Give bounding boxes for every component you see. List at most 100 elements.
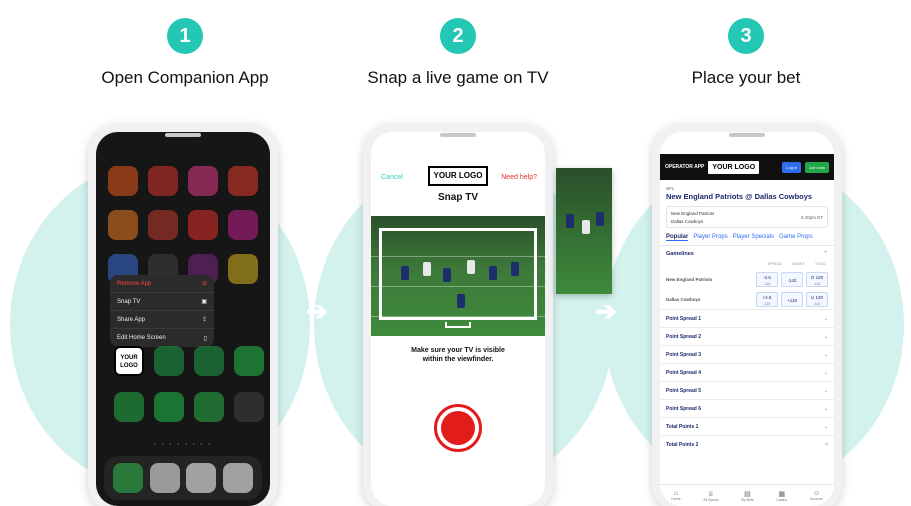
app-icon[interactable] xyxy=(228,210,258,240)
tab-game-props[interactable]: Game Props xyxy=(779,234,813,241)
share-icon: ⇪ xyxy=(201,317,207,323)
nav-all-sports[interactable]: ♕ All Sports xyxy=(703,490,718,502)
chevron-down-icon: ⌄ xyxy=(823,333,828,340)
league-label: NFL xyxy=(666,186,675,191)
nav-casino[interactable]: ▦ Casino xyxy=(776,490,787,502)
brand-logo: YOUR LOGO xyxy=(428,166,488,186)
step-number: 2 xyxy=(440,18,476,54)
market-row[interactable]: Total Points 2 × xyxy=(660,435,834,453)
tab-player-specials[interactable]: Player Specials xyxy=(733,234,774,241)
page-title: Snap TV xyxy=(437,192,478,203)
player-figure xyxy=(582,220,590,234)
help-link[interactable]: Need help? xyxy=(501,174,537,181)
step-title: Open Companion App xyxy=(101,68,269,87)
brand-logo: YOUR LOGO xyxy=(708,160,760,174)
total-odds-button[interactable]: U 120 -110 xyxy=(806,291,828,307)
team-name: Dallas Cowboys xyxy=(666,296,701,302)
chevron-down-icon: ⌄ xyxy=(823,405,828,412)
spread-odds-button[interactable]: -2.5 -110 xyxy=(756,271,778,287)
player-figure xyxy=(566,214,574,228)
event-card[interactable]: New England Patriots Dallas Cowboys 6:30… xyxy=(666,206,828,228)
trophy-icon: ♕ xyxy=(707,490,714,498)
app-icon[interactable] xyxy=(228,166,258,196)
join-button[interactable]: Join now xyxy=(805,161,829,173)
menu-item-share-app[interactable]: Share App ⇪ xyxy=(110,311,214,329)
market-row[interactable]: Point Spread 1 ⌄ xyxy=(660,309,834,327)
menu-item-label: Snap TV xyxy=(117,298,141,305)
app-icon[interactable] xyxy=(114,392,144,422)
column-header: SPREAD xyxy=(767,262,783,266)
gamelines-header[interactable]: Gamelines ⌃ xyxy=(660,246,834,262)
instruction-line: within the viewfinder. xyxy=(422,356,494,363)
team-name: Dallas Cowboys xyxy=(671,219,704,224)
nav-label: Account xyxy=(809,497,823,501)
total-odds-button[interactable]: O 120 -110 xyxy=(806,271,828,287)
menu-item-snap-tv[interactable]: Snap TV ▣ xyxy=(110,293,214,311)
step-1: 1 Open Companion App xyxy=(55,18,315,88)
phone-speaker xyxy=(165,133,201,137)
app-icon[interactable] xyxy=(188,210,218,240)
market-row[interactable]: Point Spread 3 ⌄ xyxy=(660,345,834,363)
tab-player-props[interactable]: Player Props xyxy=(693,234,727,241)
nav-label: All Sports xyxy=(703,497,719,502)
app-icon[interactable] xyxy=(154,392,184,422)
market-row[interactable]: Point Spread 6 ⌄ xyxy=(660,399,834,417)
app-icon[interactable] xyxy=(234,392,264,422)
app-icon[interactable] xyxy=(234,346,264,376)
your-logo-app-icon[interactable]: YOUR LOGO xyxy=(114,346,144,376)
money-odds-button[interactable]: -142 xyxy=(781,271,803,287)
market-label: Point Spread 4 xyxy=(666,369,702,376)
market-label: Total Points 1 xyxy=(666,423,699,430)
market-label: Point Spread 5 xyxy=(666,387,702,394)
app-icon[interactable] xyxy=(188,166,218,196)
menu-item-remove-app[interactable]: Remove App ⊖ xyxy=(110,275,214,293)
market-label: Point Spread 3 xyxy=(666,351,702,358)
odds-column-headers: SPREAD MONEY TOTAL xyxy=(660,262,834,269)
snap-header: Cancel YOUR LOGO Need help? xyxy=(371,166,545,192)
cancel-button[interactable]: Cancel xyxy=(381,174,403,181)
market-label: Total Points 2 xyxy=(666,441,699,448)
shutter-button[interactable] xyxy=(434,404,482,452)
app-icon[interactable] xyxy=(154,346,184,376)
nav-home[interactable]: ⌂ Home xyxy=(671,490,680,501)
chevron-down-icon: ⌄ xyxy=(823,369,828,376)
login-button[interactable]: Log in xyxy=(782,161,802,173)
app-icon[interactable] xyxy=(148,166,178,196)
chevron-down-icon: ⌄ xyxy=(823,351,828,358)
app-icon[interactable] xyxy=(108,210,138,240)
market-row[interactable]: Total Points 1 ⌄ xyxy=(660,417,834,435)
nav-account[interactable]: ☺ Account xyxy=(810,490,823,501)
nav-my-bets[interactable]: ▤ My Bets xyxy=(741,490,754,502)
market-row[interactable]: Point Spread 5 ⌄ xyxy=(660,381,834,399)
onboarding-stage: 1 Open Companion App 2 Snap a live game … xyxy=(0,0,911,506)
user-icon: ☺ xyxy=(812,490,820,497)
app-icon[interactable] xyxy=(108,166,138,196)
phone-app-icon[interactable] xyxy=(113,463,144,493)
menu-item-label: Edit Home Screen xyxy=(117,335,166,341)
app-icon[interactable] xyxy=(194,346,224,376)
market-label: Point Spread 2 xyxy=(666,333,702,340)
tv-screen-preview xyxy=(556,168,612,294)
menu-item-edit-home-screen[interactable]: Edit Home Screen ▯ xyxy=(110,329,214,347)
app-icon[interactable] xyxy=(228,254,258,284)
phone-home-screen: Remove App ⊖ Snap TV ▣ Share App ⇪ Edit … xyxy=(88,124,278,506)
app-icon[interactable] xyxy=(194,392,224,422)
chrome-app-icon[interactable] xyxy=(222,463,253,493)
chevron-down-icon: ⌄ xyxy=(823,387,828,394)
home-icon: ⌂ xyxy=(673,490,679,497)
context-menu: Remove App ⊖ Snap TV ▣ Share App ⇪ Edit … xyxy=(110,275,214,347)
money-odds-button[interactable]: +118 xyxy=(781,291,803,307)
home-screen: Remove App ⊖ Snap TV ▣ Share App ⇪ Edit … xyxy=(96,132,270,506)
maps-app-icon[interactable] xyxy=(186,463,217,493)
app-icon[interactable] xyxy=(148,210,178,240)
section-title: Gamelines xyxy=(666,251,694,257)
player-figure xyxy=(596,212,604,226)
gmail-app-icon[interactable] xyxy=(149,463,180,493)
camera-icon: ▣ xyxy=(201,299,207,305)
app-row xyxy=(154,346,264,376)
market-row[interactable]: Point Spread 2 ⌄ xyxy=(660,327,834,345)
spread-odds-button[interactable]: +2.5 -110 xyxy=(756,291,778,307)
tab-popular[interactable]: Popular xyxy=(666,234,689,241)
market-row[interactable]: Point Spread 4 ⌄ xyxy=(660,363,834,381)
odds-value: U 120 xyxy=(810,294,823,300)
